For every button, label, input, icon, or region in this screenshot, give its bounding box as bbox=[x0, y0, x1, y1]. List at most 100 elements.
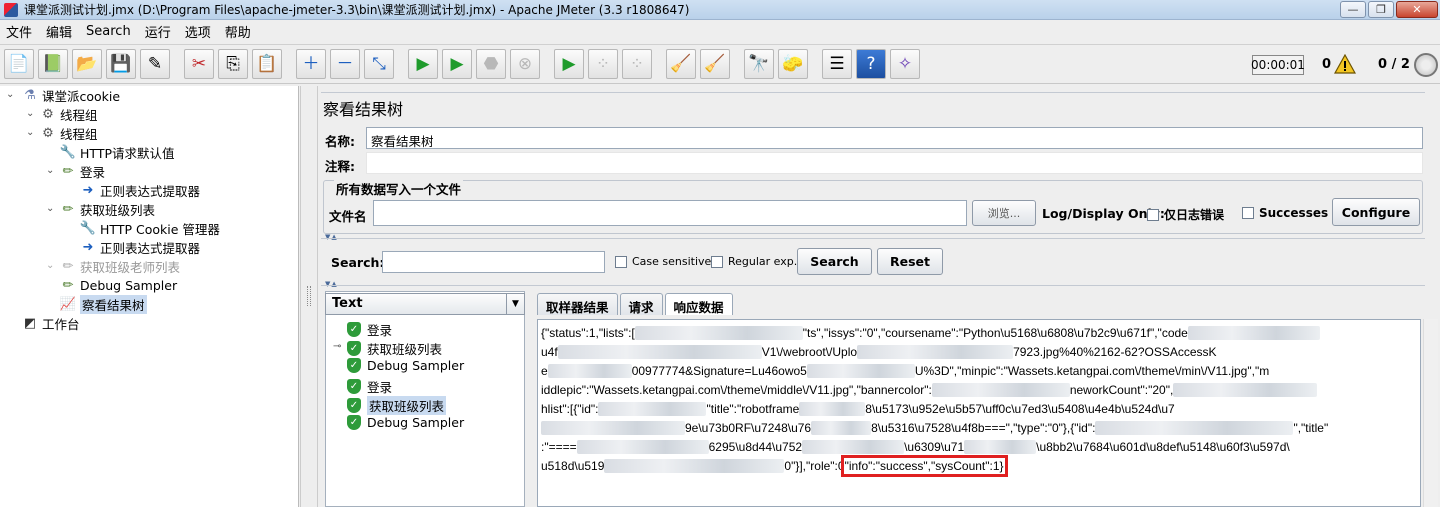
remote-stop-icon[interactable]: ⁘ bbox=[588, 49, 618, 79]
menu-run[interactable]: 运行 bbox=[145, 22, 171, 41]
case-sensitive-checkbox[interactable]: Case sensitive bbox=[615, 255, 711, 268]
comment-field[interactable] bbox=[366, 152, 1423, 174]
tree-item-get-class-list[interactable]: ✏ 获取班级列表 bbox=[60, 200, 155, 219]
list-item[interactable]: ✓ Debug Sampler bbox=[347, 358, 464, 373]
collapse-arrows-icon[interactable]: ▼▲ bbox=[325, 233, 338, 241]
tree-item-test-plan[interactable]: ⚗ 课堂派cookie bbox=[22, 86, 120, 105]
tree-item-thread-group[interactable]: ⚙ 线程组 bbox=[40, 105, 97, 124]
start-no-pause-icon[interactable]: ▶ bbox=[442, 49, 472, 79]
renderer-select[interactable]: Text ▼ bbox=[325, 293, 525, 315]
collapse-icon[interactable]: － bbox=[330, 49, 360, 79]
menu-search[interactable]: Search bbox=[86, 24, 131, 39]
list-item[interactable]: ✓ 登录 bbox=[347, 377, 392, 396]
collapse-arrows-icon[interactable]: ▼▲ bbox=[325, 280, 338, 288]
tab-sampler-result[interactable]: 取样器结果 bbox=[537, 293, 618, 315]
copy-icon[interactable]: ⎘ bbox=[218, 49, 248, 79]
filename-label: 文件名 bbox=[329, 209, 367, 224]
test-plan-tree: ⌄ ⚗ 课堂派cookie ⌄ ⚙ 线程组 ⌄ ⚙ 线程组 🔧 HTTP请求默认… bbox=[0, 86, 299, 507]
cut-icon[interactable]: ✂ bbox=[184, 49, 214, 79]
stop-icon[interactable]: ⬣ bbox=[476, 49, 506, 79]
tree-item-regex-extractor[interactable]: ➜ 正则表达式提取器 bbox=[80, 181, 200, 200]
tree-item-debug-sampler[interactable]: ✏ Debug Sampler bbox=[60, 276, 178, 295]
tree-toggle-icon[interactable]: ⊸ bbox=[333, 341, 341, 352]
window-title: 课堂派测试计划.jmx (D:\Program Files\apache-jme… bbox=[24, 3, 690, 17]
sampler-icon: ✏ bbox=[62, 278, 74, 293]
clear-icon[interactable]: 🧹 bbox=[666, 49, 696, 79]
expand-icon[interactable]: ＋ bbox=[296, 49, 326, 79]
response-line: iddlepic":"Wassets.ketangpai.com\/theme\… bbox=[541, 381, 1417, 400]
tree-item-workbench[interactable]: ◩ 工作台 bbox=[22, 314, 80, 333]
response-line: u4fxxxxxxxxxxxxxxxxxxxxxxxxxxxxxxxxxxV1\… bbox=[541, 345, 1217, 359]
response-scrollbar[interactable] bbox=[1423, 319, 1438, 507]
list-item[interactable]: ✓ 获取班级列表 bbox=[347, 339, 442, 358]
reset-button[interactable]: Reset bbox=[877, 248, 943, 275]
config-icon: 🔧 bbox=[79, 221, 97, 236]
filename-input[interactable] bbox=[373, 200, 967, 226]
search-input[interactable] bbox=[382, 251, 605, 273]
response-data-text[interactable]: {"status":1,"lists":[xxxxxxxxxxxxxxxxxxx… bbox=[537, 319, 1421, 507]
start-icon[interactable]: ▶ bbox=[408, 49, 438, 79]
tree-toggle-icon[interactable]: ⌄ bbox=[46, 203, 54, 214]
restore-button[interactable]: ❐ bbox=[1368, 1, 1394, 18]
tree-toggle-icon[interactable]: ⌄ bbox=[46, 165, 54, 176]
templates-icon[interactable]: 📗 bbox=[38, 49, 68, 79]
shutdown-icon[interactable]: ⊗ bbox=[510, 49, 540, 79]
remote-shutdown-icon[interactable]: ⁘ bbox=[622, 49, 652, 79]
reset-search-icon[interactable]: 🧽 bbox=[778, 49, 808, 79]
tree-item-get-teacher-list[interactable]: ✏ 获取班级老师列表 bbox=[60, 257, 180, 276]
log-viewer-icon[interactable]: ✧ bbox=[890, 49, 920, 79]
name-field[interactable]: 察看结果树 bbox=[366, 127, 1423, 149]
tree-item-regex-extractor[interactable]: ➜ 正则表达式提取器 bbox=[80, 238, 200, 257]
open-icon[interactable]: 📂 bbox=[72, 49, 102, 79]
configure-button[interactable]: Configure bbox=[1332, 198, 1420, 226]
tree-toggle-icon[interactable]: ⌄ bbox=[26, 108, 34, 119]
save-icon[interactable]: 💾 bbox=[106, 49, 136, 79]
function-helper-icon[interactable]: ☰ bbox=[822, 49, 852, 79]
tree-toggle-icon[interactable]: ⌄ bbox=[6, 89, 14, 100]
menu-options[interactable]: 选项 bbox=[185, 22, 211, 41]
list-item[interactable]: ✓ 登录 bbox=[347, 320, 392, 339]
browse-button[interactable]: 浏览... bbox=[972, 200, 1036, 226]
toggle-icon[interactable]: ⤡ bbox=[364, 49, 394, 79]
page-title: 察看结果树 bbox=[323, 100, 404, 119]
chevron-down-icon[interactable]: ▼ bbox=[506, 294, 524, 314]
search-icon[interactable]: 🔭 bbox=[744, 49, 774, 79]
list-item[interactable]: ✓ 获取班级列表 bbox=[347, 396, 447, 415]
save-as-icon[interactable]: ✎ bbox=[140, 49, 170, 79]
tree-toggle-icon[interactable]: ⌄ bbox=[26, 127, 34, 138]
successes-checkbox[interactable]: Successes bbox=[1242, 206, 1328, 220]
remote-start-icon[interactable]: ▶ bbox=[554, 49, 584, 79]
success-shield-icon: ✓ bbox=[347, 415, 361, 430]
tree-toggle-icon[interactable]: ⌄ bbox=[46, 260, 54, 271]
regular-exp-checkbox[interactable]: Regular exp. bbox=[711, 255, 797, 268]
tree-item-view-results-tree[interactable]: 📈 察看结果树 bbox=[60, 295, 147, 314]
menu-help[interactable]: 帮助 bbox=[225, 22, 251, 41]
highlighted-success-text: "info":"success","sysCount":1} bbox=[840, 455, 1008, 477]
help-icon[interactable]: ? bbox=[856, 49, 886, 79]
window-controls: — ❐ ✕ bbox=[1340, 1, 1438, 18]
list-item[interactable]: ✓ Debug Sampler bbox=[347, 415, 464, 430]
minimize-button[interactable]: — bbox=[1340, 1, 1366, 18]
tab-request[interactable]: 请求 bbox=[619, 293, 663, 315]
clear-all-icon[interactable]: 🧹 bbox=[700, 49, 730, 79]
jmeter-app-icon bbox=[4, 2, 18, 17]
search-button[interactable]: Search bbox=[797, 248, 872, 275]
pane-splitter[interactable] bbox=[300, 86, 318, 507]
tree-item-login[interactable]: ✏ 登录 bbox=[60, 162, 105, 181]
errors-only-checkbox[interactable]: 仅日志错误 bbox=[1147, 206, 1224, 223]
tree-item-cookie-manager[interactable]: 🔧 HTTP Cookie 管理器 bbox=[80, 219, 220, 238]
menu-edit[interactable]: 编辑 bbox=[46, 22, 72, 41]
results-splitter[interactable] bbox=[527, 293, 535, 507]
close-button[interactable]: ✕ bbox=[1396, 1, 1438, 18]
thread-group-icon: ⚙ bbox=[42, 107, 54, 122]
menu-file[interactable]: 文件 bbox=[6, 22, 32, 41]
tab-response-data[interactable]: 响应数据 bbox=[664, 293, 733, 315]
tree-item-http-defaults[interactable]: 🔧 HTTP请求默认值 bbox=[60, 143, 175, 162]
paste-icon[interactable]: 📋 bbox=[252, 49, 282, 79]
tree-item-thread-group[interactable]: ⚙ 线程组 bbox=[40, 124, 97, 143]
test-plan-icon: ⚗ bbox=[24, 88, 36, 103]
warning-icon[interactable] bbox=[1334, 54, 1356, 74]
sampler-icon: ✏ bbox=[62, 202, 74, 217]
remote-status-icon bbox=[1414, 53, 1438, 77]
new-icon[interactable]: 📄 bbox=[4, 49, 34, 79]
